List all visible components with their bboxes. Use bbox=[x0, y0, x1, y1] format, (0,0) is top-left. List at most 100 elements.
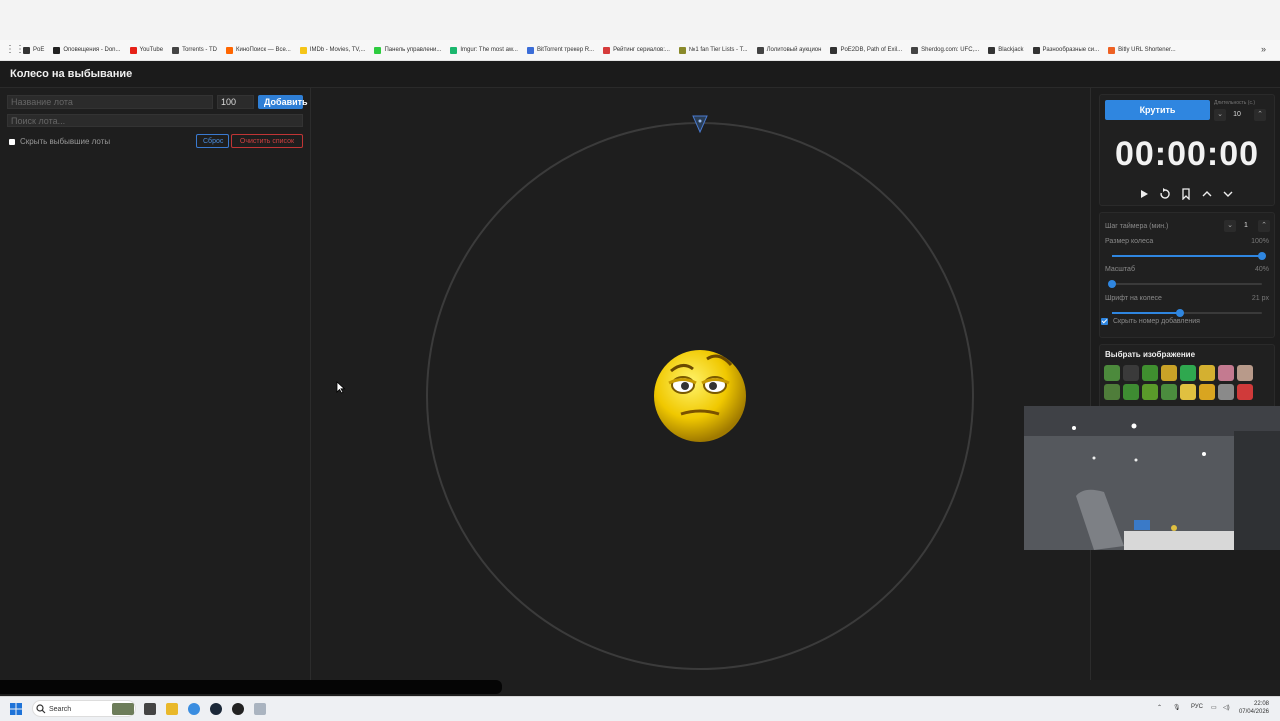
scale-slider[interactable] bbox=[1108, 280, 1262, 288]
image-thumbnail[interactable] bbox=[1142, 384, 1158, 400]
steam-icon[interactable] bbox=[210, 703, 222, 715]
wheel-size-slider[interactable] bbox=[1112, 252, 1266, 260]
bookmark-item[interactable]: №1 fan Tier Lists - T... bbox=[678, 46, 748, 54]
bookmark-item[interactable]: Панель управлени... bbox=[374, 46, 441, 54]
chrome-icon[interactable] bbox=[188, 703, 200, 715]
clock[interactable]: 22:08 07/04/2026 bbox=[1239, 700, 1269, 716]
bookmark-favicon-icon bbox=[988, 46, 996, 54]
bookmark-favicon-icon bbox=[23, 46, 30, 54]
timer-step-value[interactable]: 1 bbox=[1237, 220, 1255, 232]
image-thumbnail[interactable] bbox=[1180, 384, 1196, 400]
bookmark-item[interactable]: PoE bbox=[23, 46, 45, 54]
restart-icon[interactable] bbox=[1159, 188, 1171, 200]
chevron-up-icon[interactable] bbox=[1201, 188, 1213, 200]
hide-eliminated-row[interactable]: Скрыть выбывшие лоты bbox=[9, 137, 110, 146]
image-thumbnail[interactable] bbox=[1161, 365, 1177, 381]
bookmark-item[interactable]: BitTorrent трекер R... bbox=[526, 46, 594, 54]
hide-eliminated-checkbox[interactable] bbox=[9, 138, 15, 145]
image-thumbnail[interactable] bbox=[1161, 384, 1177, 400]
language-indicator[interactable]: РУС bbox=[1191, 704, 1203, 710]
lots-panel: Добавить Скрыть выбывшие лоты Сброс Очис… bbox=[0, 88, 311, 680]
hide-number-row[interactable]: Скрыть номер добавления bbox=[1101, 318, 1200, 325]
bookmark-item[interactable]: Рейтинг сериалов:... bbox=[603, 46, 670, 54]
black-overlay-bar bbox=[0, 680, 502, 694]
volume-icon[interactable]: ◁) bbox=[1223, 704, 1230, 711]
taskbar: Search ⌃ 🎙 РУС ▭ ◁) 22:08 07/04/2026 bbox=[0, 696, 1280, 721]
image-thumbnail[interactable] bbox=[1142, 365, 1158, 381]
image-thumbnail[interactable] bbox=[1199, 365, 1215, 381]
apps-grid-icon[interactable]: ⋮⋮ bbox=[5, 45, 25, 55]
add-lot-button[interactable]: Добавить bbox=[258, 95, 308, 109]
bookmark-favicon-icon bbox=[756, 46, 764, 54]
search-highlight-icon bbox=[112, 703, 134, 715]
bookmark-label: IMDb - Movies, TV,... bbox=[309, 47, 366, 53]
task-view-icon[interactable] bbox=[144, 703, 156, 715]
play-icon[interactable] bbox=[1138, 188, 1150, 200]
wheel-size-value: 100% bbox=[1251, 238, 1269, 245]
obs-icon[interactable] bbox=[232, 703, 244, 715]
hide-eliminated-label: Скрыть выбывшие лоты bbox=[20, 137, 111, 146]
bookmark-favicon-icon bbox=[678, 46, 686, 54]
image-thumbnail[interactable] bbox=[1123, 365, 1139, 381]
font-size-slider[interactable] bbox=[1112, 309, 1262, 317]
image-thumbnail[interactable] bbox=[1180, 365, 1196, 381]
bookmark-label: Разнообразные си... bbox=[1042, 47, 1100, 53]
bookmark-favicon-icon bbox=[172, 46, 180, 54]
bookmark-item[interactable]: Разнообразные си... bbox=[1032, 46, 1100, 54]
lot-name-input[interactable] bbox=[7, 95, 213, 109]
bookmark-label: Torrents - TD bbox=[182, 47, 217, 53]
image-thumbnail[interactable] bbox=[1104, 384, 1120, 400]
app-window-icon[interactable] bbox=[254, 703, 266, 715]
image-thumbnail[interactable] bbox=[1123, 384, 1139, 400]
bookmark-item[interactable]: Bitly URL Shortener... bbox=[1108, 46, 1176, 54]
bookmark-favicon-icon bbox=[450, 46, 458, 54]
hide-number-label: Скрыть номер добавления bbox=[1113, 318, 1200, 325]
image-thumbnail[interactable] bbox=[1237, 384, 1253, 400]
bookmarks-overflow-icon[interactable]: » bbox=[1261, 44, 1266, 54]
app-title: Колесо на выбывание bbox=[10, 68, 133, 80]
font-size-label: Шрифт на колесе bbox=[1105, 295, 1162, 302]
bookmark-item[interactable]: IMDb - Movies, TV,... bbox=[299, 46, 366, 54]
bookmarks-bar: ⋮⋮ PoE Оповещения - Don... YouTube Torrents… bbox=[0, 40, 1280, 61]
microphone-icon[interactable]: 🎙 bbox=[1173, 704, 1181, 711]
image-thumbnail[interactable] bbox=[1104, 365, 1120, 381]
spin-button[interactable]: Крутить bbox=[1105, 100, 1210, 120]
lot-amount-input[interactable] bbox=[217, 95, 254, 109]
bookmark-item[interactable]: YouTube bbox=[129, 46, 163, 54]
wheel-center-emoji-icon bbox=[654, 350, 746, 442]
bookmark-item[interactable]: Torrents - TD bbox=[172, 46, 217, 54]
image-thumbnail[interactable] bbox=[1237, 365, 1253, 381]
bookmark-label: Sherdog.com: UFC,... bbox=[921, 47, 980, 53]
hide-number-checkbox[interactable] bbox=[1101, 318, 1108, 325]
bookmark-label: PoE bbox=[33, 47, 45, 53]
image-thumbnail[interactable] bbox=[1199, 384, 1215, 400]
bookmark-item[interactable]: КиноПоиск — Все... bbox=[226, 46, 291, 54]
network-icon[interactable]: ▭ bbox=[1211, 704, 1217, 711]
font-size-value: 21 px bbox=[1251, 295, 1269, 302]
lot-search-input[interactable] bbox=[7, 114, 303, 127]
tray-chevron-icon[interactable]: ⌃ bbox=[1157, 704, 1162, 711]
duration-decrease-button[interactable]: ⌄ bbox=[1214, 109, 1226, 121]
timer-display: 00:00:00 bbox=[1114, 135, 1260, 173]
timer-step-increase-button[interactable]: ⌃ bbox=[1258, 220, 1270, 232]
timer-step-decrease-button[interactable]: ⌄ bbox=[1224, 220, 1236, 232]
file-explorer-icon[interactable] bbox=[166, 703, 178, 715]
image-thumbnail[interactable] bbox=[1218, 384, 1234, 400]
bookmark-item[interactable]: Sherdog.com: UFC,... bbox=[911, 46, 980, 54]
bookmark-item[interactable]: Лолитовый аукцион bbox=[756, 46, 821, 54]
bookmark-favicon-icon bbox=[53, 46, 61, 54]
clear-list-button[interactable]: Очистить список bbox=[231, 134, 303, 148]
chevron-down-icon[interactable] bbox=[1222, 188, 1234, 200]
bookmark-item[interactable]: Imgur: The most aw... bbox=[450, 46, 518, 54]
bookmark-item[interactable]: Оповещения - Don... bbox=[53, 46, 121, 54]
bookmark-icon[interactable] bbox=[1180, 188, 1192, 200]
windows-start-icon[interactable] bbox=[10, 703, 22, 715]
app-header: Колесо на выбывание bbox=[0, 61, 1280, 88]
bookmark-item[interactable]: Blackjack bbox=[988, 46, 1024, 54]
bookmark-label: PoE2DB, Path of Exil... bbox=[840, 47, 903, 53]
duration-increase-button[interactable]: ⌃ bbox=[1254, 109, 1266, 121]
duration-value[interactable]: 10 bbox=[1228, 109, 1246, 121]
image-thumbnail[interactable] bbox=[1218, 365, 1234, 381]
bookmark-item[interactable]: PoE2DB, Path of Exil... bbox=[830, 46, 903, 54]
reset-button[interactable]: Сброс bbox=[196, 134, 229, 148]
